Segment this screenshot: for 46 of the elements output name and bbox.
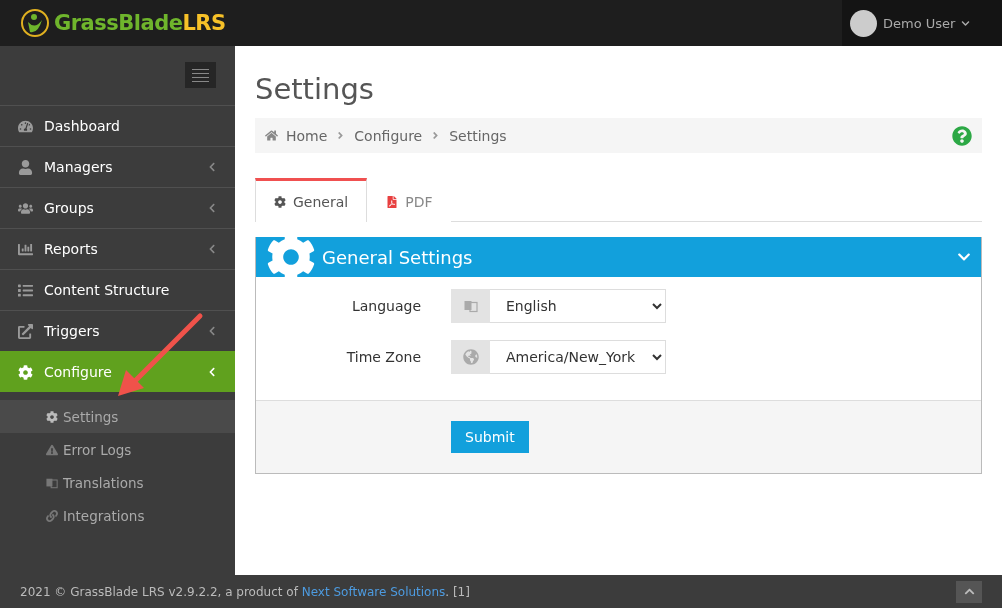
pdf-file-icon (386, 195, 399, 208)
translate-icon (46, 476, 58, 489)
tab[interactable]: General (255, 178, 368, 222)
submenu-item[interactable]: Integrations (0, 499, 235, 532)
list-icon (18, 282, 33, 298)
submit-button[interactable]: Submit (451, 421, 529, 453)
footer-text: 2021 © GrassBlade LRS v2.9.2.2, a product of Next Software Solutions. [1] (20, 584, 470, 599)
sidebar-item[interactable]: Groups (0, 187, 235, 228)
link-icon (46, 509, 58, 522)
breadcrumb-link[interactable]: Configure (354, 127, 423, 144)
select-field[interactable]: America/New_York (490, 340, 666, 374)
sidebar-item[interactable]: Dashboard (0, 105, 235, 146)
help-icon[interactable] (952, 125, 972, 146)
users-icon (18, 200, 33, 216)
settings-icon (18, 364, 33, 380)
chevron-up-icon (963, 586, 975, 597)
caret-icon (961, 18, 971, 28)
sidebar-item[interactable]: Reports (0, 228, 235, 269)
logo-text: GrassBladeLRS (54, 11, 226, 35)
panel-title: General Settings (322, 246, 474, 268)
user-icon (18, 159, 33, 175)
submenu-item[interactable]: Translations (0, 466, 235, 499)
scroll-top-button[interactable] (956, 580, 982, 603)
sidebar-item[interactable]: Content Structure (0, 269, 235, 310)
breadcrumb-link[interactable]: Home (286, 127, 328, 144)
sidebar-item[interactable]: Managers (0, 146, 235, 187)
field-label: Time Zone (345, 349, 422, 365)
logo-icon (20, 8, 50, 38)
warning-icon (46, 443, 58, 456)
user-menu[interactable]: Demo User (842, 0, 1002, 46)
select-field[interactable]: English (490, 289, 666, 323)
external-link-icon (18, 323, 33, 339)
field-label: Language (350, 298, 422, 314)
translate-icon (463, 299, 478, 313)
settings-icon (46, 410, 58, 423)
menu-toggle-button[interactable] (185, 62, 216, 88)
home-icon (265, 129, 278, 142)
bar-chart-icon (18, 241, 33, 257)
dashboard-icon (18, 118, 33, 134)
sidebar-item[interactable]: Configure (0, 351, 235, 392)
globe-icon (462, 349, 479, 365)
submenu-item[interactable]: Settings (0, 400, 235, 433)
avatar-icon (850, 9, 877, 37)
submenu-item[interactable]: Error Logs (0, 433, 235, 466)
settings-icon (274, 195, 286, 208)
page-title: Settings (255, 72, 375, 106)
